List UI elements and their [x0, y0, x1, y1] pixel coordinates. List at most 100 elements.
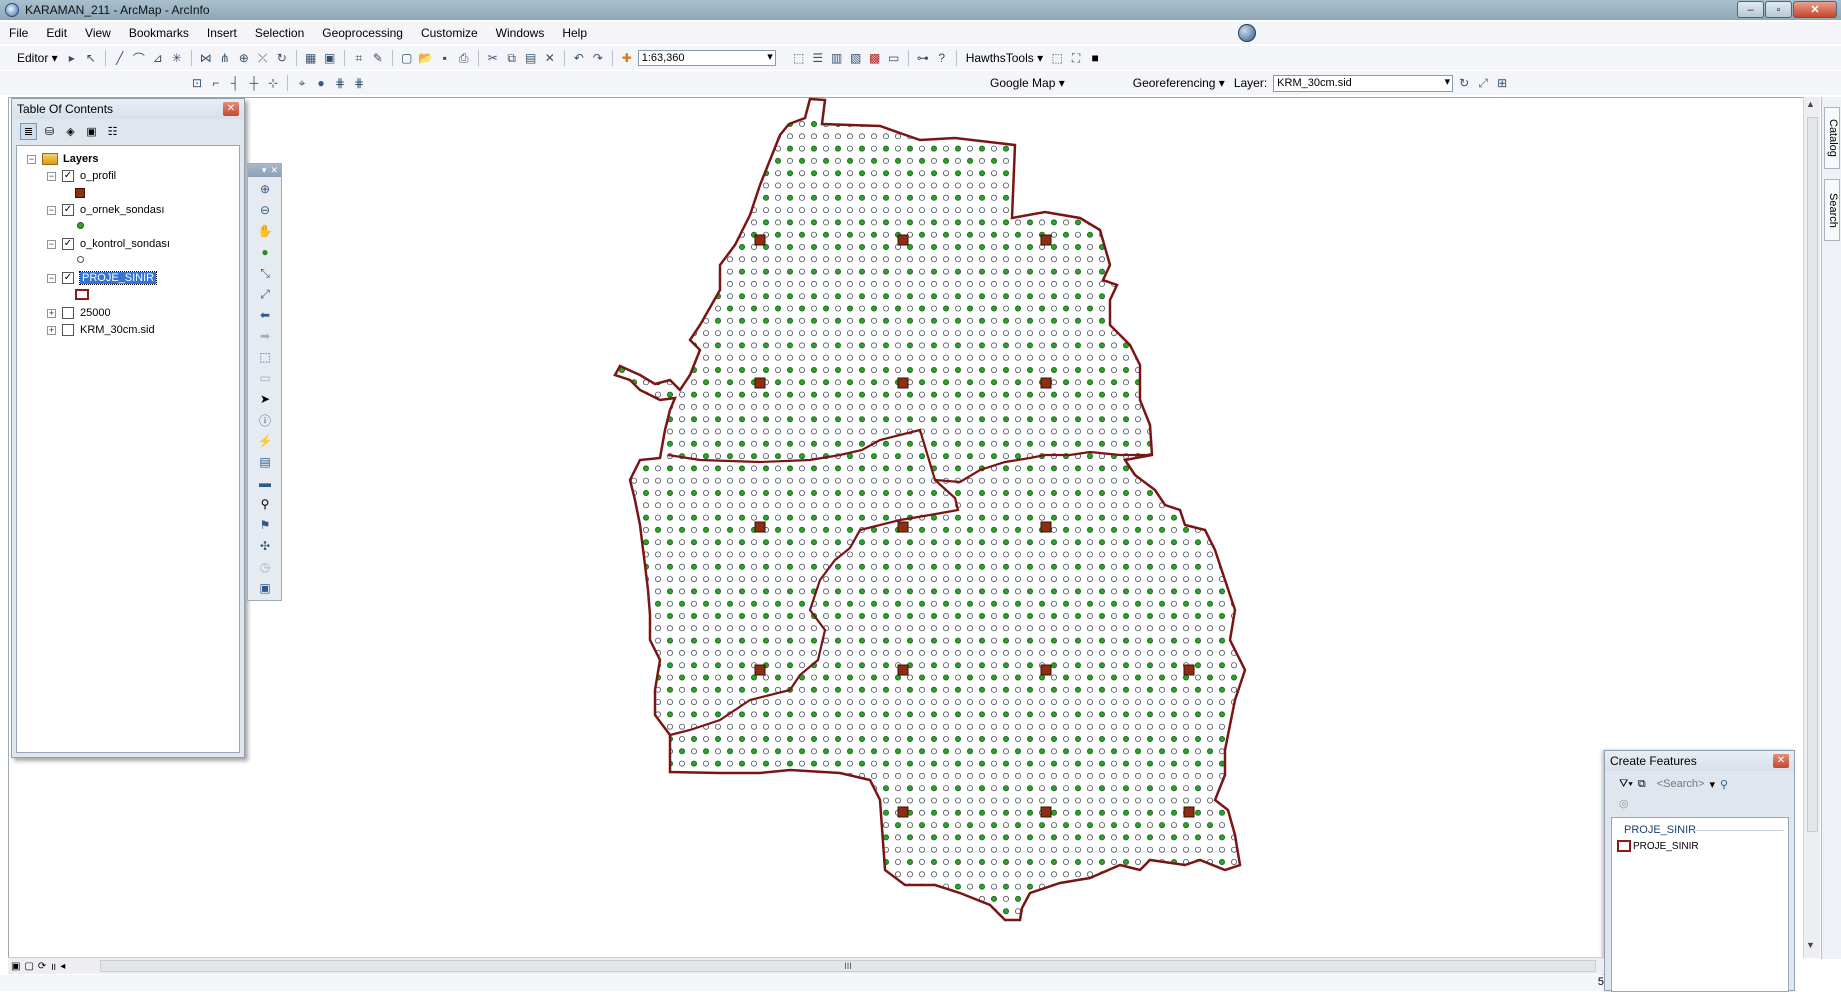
- layer-visibility-checkbox[interactable]: ✓: [62, 238, 74, 250]
- collapse-icon[interactable]: −: [47, 205, 56, 215]
- kontrol-sonda-point: [1087, 662, 1094, 669]
- kontrol-sonda-point: [1015, 871, 1022, 878]
- kontrol-sonda-point: [1207, 502, 1214, 509]
- layer-visibility-checkbox[interactable]: ✓: [62, 272, 74, 284]
- layout-view-icon[interactable]: ▢: [24, 961, 33, 972]
- ornek-sonda-point: [883, 563, 890, 570]
- time-slider-icon[interactable]: ◷: [255, 558, 275, 576]
- layer-name[interactable]: o_ornek_sondası: [80, 204, 164, 216]
- template-properties-icon[interactable]: ◎: [1619, 797, 1629, 810]
- scroll-thumb[interactable]: [1807, 117, 1818, 832]
- kontrol-sonda-point: [835, 846, 842, 853]
- horizontal-scroll-thumb[interactable]: III: [100, 960, 1596, 972]
- tree-row-krm-30cm[interactable]: + KRM_30cm.sid: [47, 322, 155, 338]
- list-by-source-icon[interactable]: ⛁: [41, 123, 58, 140]
- list-by-visibility-icon[interactable]: ◈: [62, 123, 79, 140]
- kontrol-sonda-point: [787, 207, 794, 214]
- collapse-icon[interactable]: −: [47, 239, 56, 249]
- fixed-zoom-in-icon[interactable]: ⤡: [255, 264, 275, 282]
- toc-close-button[interactable]: ✕: [223, 102, 239, 116]
- go-to-xy-icon[interactable]: ✣: [255, 537, 275, 555]
- catalog-tab[interactable]: Catalog: [1824, 107, 1840, 169]
- data-view-icon[interactable]: ▣: [11, 961, 20, 972]
- ornek-sonda-point: [1123, 736, 1130, 743]
- template-search-input[interactable]: <Search>: [1657, 778, 1705, 790]
- forward-extent-icon[interactable]: ➡: [255, 327, 275, 345]
- clear-selection-icon[interactable]: ▭: [255, 369, 275, 387]
- organize-templates-icon[interactable]: ⧉: [1638, 778, 1646, 791]
- layer-name-selected[interactable]: PROJE_SINIR: [78, 271, 158, 285]
- zoom-in-icon[interactable]: ⊕: [255, 180, 275, 198]
- tree-row-25000[interactable]: + 25000: [47, 305, 111, 321]
- vertical-scrollbar[interactable]: ▲ ▼: [1803, 97, 1820, 958]
- tree-row-layers[interactable]: − Layers: [27, 151, 98, 167]
- scroll-left-icon[interactable]: ◂: [60, 961, 65, 972]
- toc-options-icon[interactable]: ☷: [104, 123, 121, 140]
- collapse-icon[interactable]: −: [47, 171, 56, 181]
- list-by-drawing-order-icon[interactable]: ≣: [20, 122, 37, 140]
- html-popup-icon[interactable]: ▤: [255, 453, 275, 471]
- kontrol-sonda-point: [1075, 330, 1082, 337]
- layer-visibility-checkbox[interactable]: ✓: [62, 170, 74, 182]
- collapse-icon[interactable]: −: [47, 273, 56, 283]
- back-extent-icon[interactable]: ⬅: [255, 306, 275, 324]
- feature-template-item[interactable]: PROJE_SINIR: [1617, 840, 1699, 852]
- kontrol-sonda-point: [1135, 736, 1142, 743]
- create-features-close-button[interactable]: ✕: [1773, 754, 1789, 768]
- kontrol-sonda-point: [703, 489, 710, 496]
- tools-toolbar-header[interactable]: ▾ ✕: [248, 164, 281, 177]
- hyperlink-icon[interactable]: ⚡: [255, 432, 275, 450]
- select-features-icon[interactable]: ⬚: [255, 348, 275, 366]
- full-extent-icon[interactable]: ●: [255, 243, 275, 261]
- kontrol-sonda-point: [775, 440, 782, 447]
- layer-name[interactable]: o_kontrol_sondası: [80, 238, 170, 250]
- toolbar-options-icon[interactable]: ▾: [262, 165, 267, 176]
- kontrol-sonda-point: [1207, 613, 1214, 620]
- viewer-window-icon[interactable]: ▣: [255, 579, 275, 597]
- tree-row-o-ornek-sondasi[interactable]: − ✓ o_ornek_sondası: [47, 202, 164, 218]
- kontrol-sonda-point: [907, 280, 914, 287]
- collapse-icon[interactable]: −: [27, 154, 36, 164]
- ornek-sonda-point: [823, 379, 830, 386]
- layer-name[interactable]: o_profil: [80, 170, 116, 182]
- find-icon[interactable]: ⚲: [255, 495, 275, 513]
- search-icon[interactable]: ⚲: [1720, 778, 1728, 791]
- toolbar-close-icon[interactable]: ✕: [270, 165, 278, 176]
- layer-visibility-checkbox[interactable]: ✓: [62, 204, 74, 216]
- ornek-sonda-point: [1075, 489, 1082, 496]
- ornek-sonda-point: [691, 145, 698, 152]
- zoom-out-icon[interactable]: ⊖: [255, 201, 275, 219]
- ornek-sonda-point: [931, 243, 938, 250]
- ornek-sonda-point: [715, 883, 722, 890]
- ornek-sonda-point: [739, 613, 746, 620]
- refresh-icon[interactable]: ⟳: [38, 961, 46, 972]
- expand-icon[interactable]: +: [47, 308, 56, 318]
- identify-icon[interactable]: ⓘ: [255, 411, 275, 429]
- layer-visibility-checkbox[interactable]: [62, 324, 74, 336]
- tree-row-o-kontrol-sondasi[interactable]: − ✓ o_kontrol_sondası: [47, 236, 170, 252]
- layer-visibility-checkbox[interactable]: [62, 307, 74, 319]
- tree-row-proje-sinir[interactable]: − ✓ PROJE_SINIR: [47, 270, 158, 286]
- fixed-zoom-out-icon[interactable]: ⤢: [255, 285, 275, 303]
- find-route-icon[interactable]: ⚑: [255, 516, 275, 534]
- search-tab[interactable]: Search: [1824, 179, 1840, 241]
- search-dropdown-icon[interactable]: ▾: [1709, 778, 1715, 791]
- scroll-up-icon[interactable]: ▲: [1806, 99, 1815, 109]
- layer-name[interactable]: 25000: [80, 307, 111, 319]
- scroll-down-icon[interactable]: ▼: [1806, 940, 1815, 950]
- kontrol-sonda-point: [919, 280, 926, 287]
- pan-icon[interactable]: ✋: [255, 222, 275, 240]
- list-by-selection-icon[interactable]: ▣: [83, 123, 100, 140]
- tree-row-o-profil[interactable]: − ✓ o_profil: [47, 168, 116, 184]
- filter-icon[interactable]: ⛛▾: [1619, 778, 1633, 791]
- ornek-sonda-point: [1099, 440, 1106, 447]
- pause-drawing-icon[interactable]: ॥: [50, 959, 56, 973]
- expand-icon[interactable]: +: [47, 325, 56, 335]
- measure-icon[interactable]: ▬: [255, 474, 275, 492]
- ornek-sonda-point: [1195, 219, 1202, 226]
- ornek-sonda-point: [895, 157, 902, 164]
- select-elements-icon[interactable]: ➤: [255, 390, 275, 408]
- kontrol-sonda-point: [1183, 921, 1188, 926]
- kontrol-sonda-point: [1207, 921, 1212, 926]
- layer-name[interactable]: KRM_30cm.sid: [80, 324, 155, 336]
